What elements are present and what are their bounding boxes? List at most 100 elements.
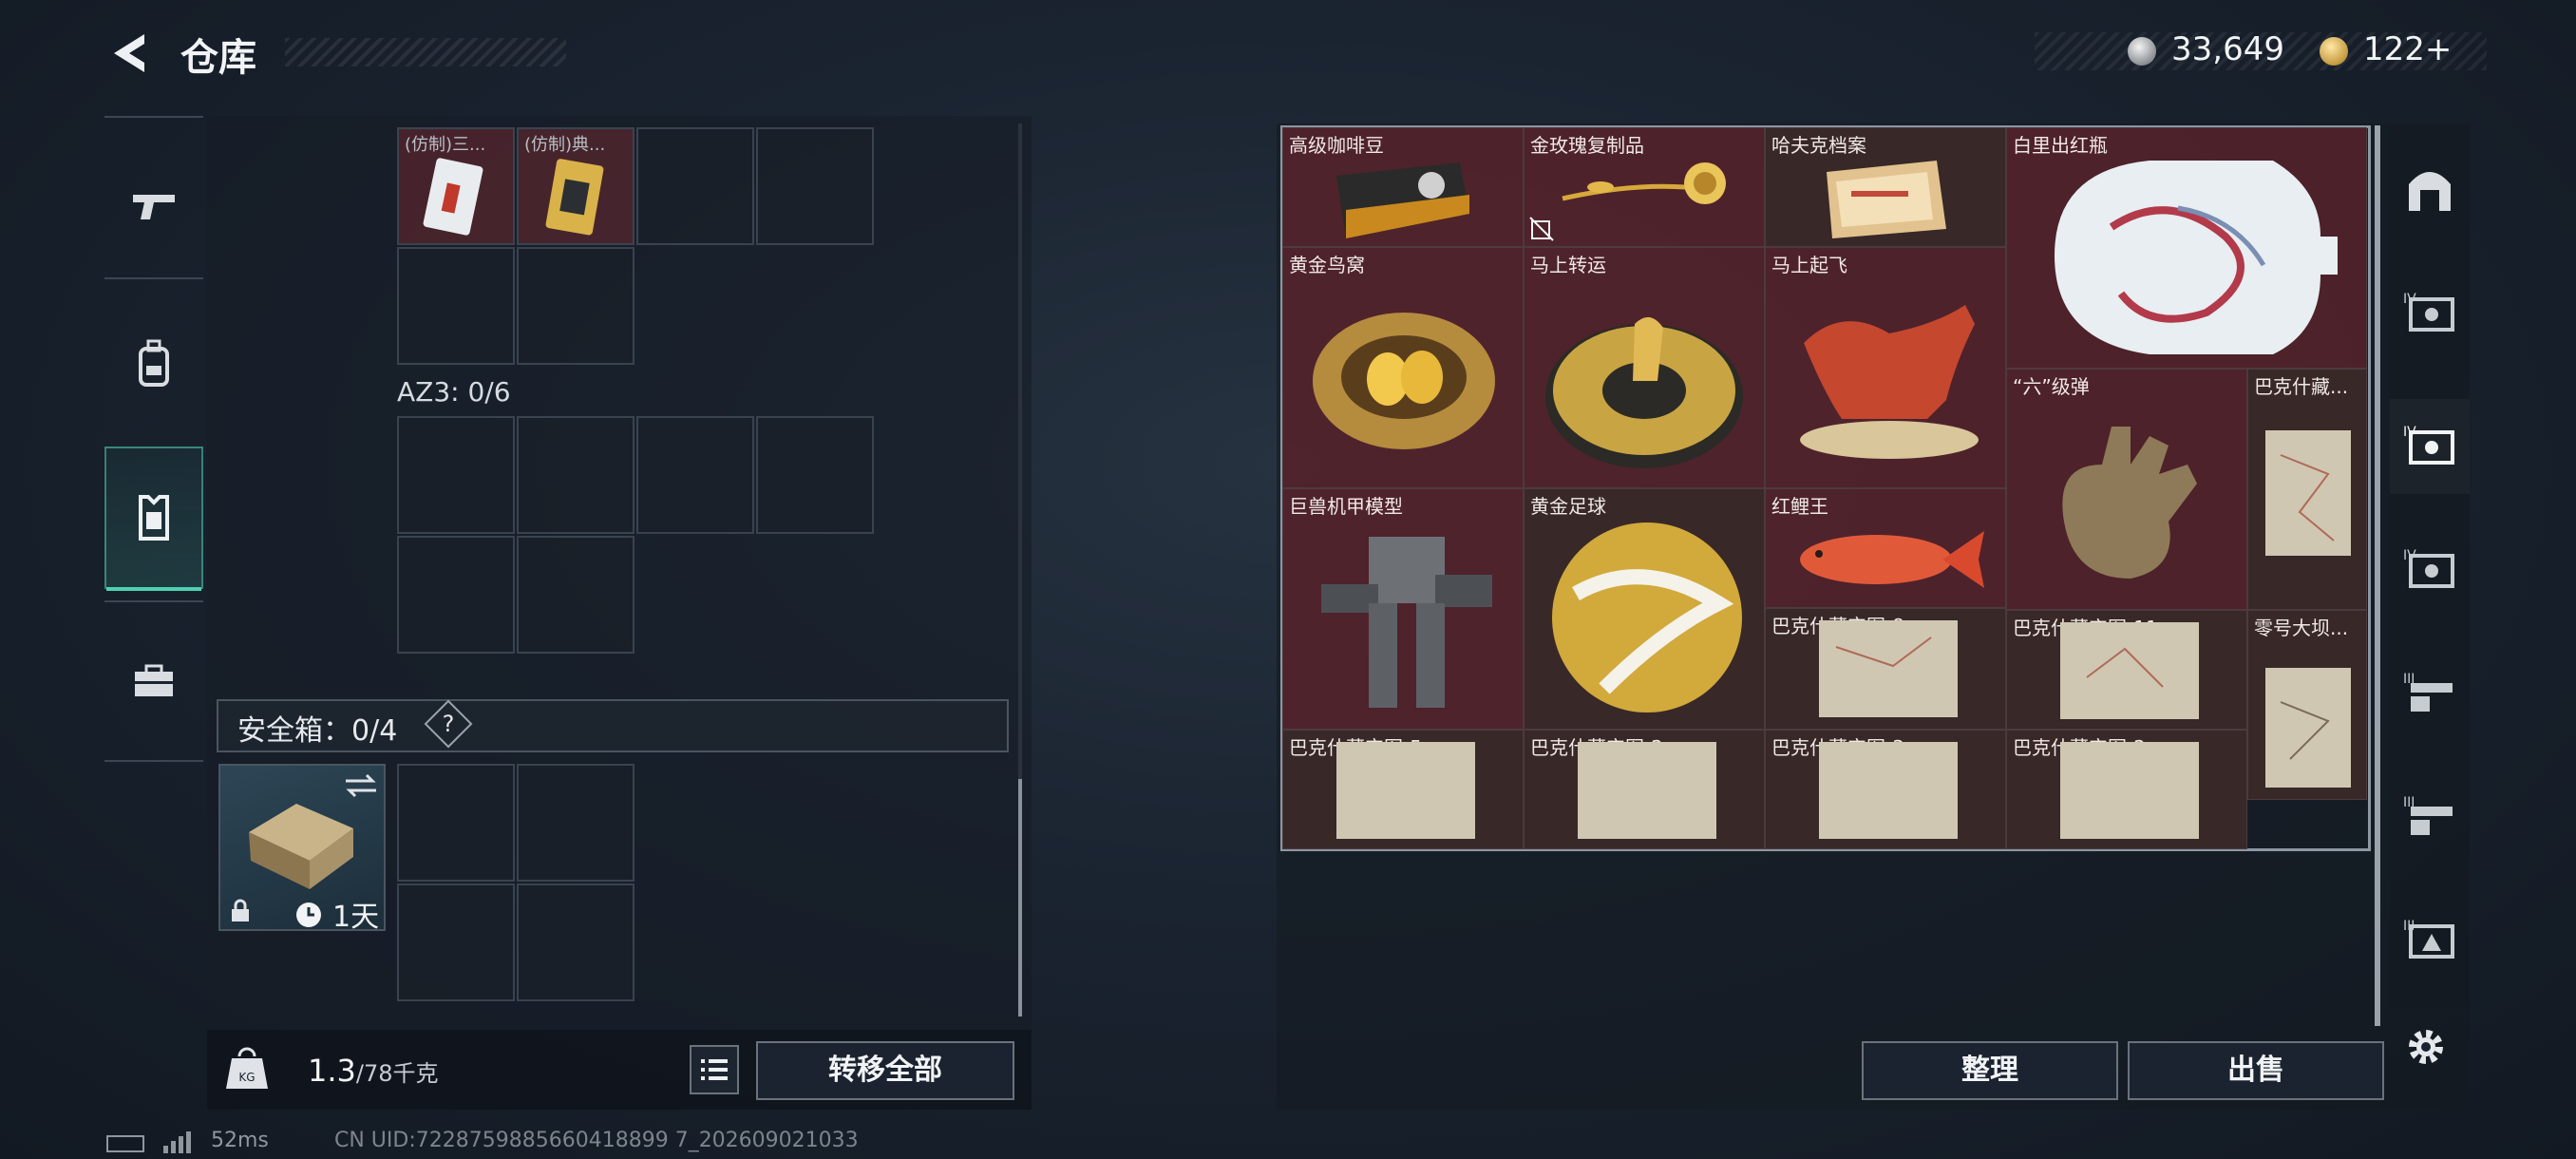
safe-box-slot[interactable] bbox=[517, 884, 635, 1001]
item-map-2b[interactable]: 巴克什藏宝图-2 bbox=[2006, 730, 2247, 849]
container-slot[interactable] bbox=[636, 127, 754, 245]
item-mech-model[interactable]: 巨兽机甲模型 bbox=[1282, 488, 1524, 730]
tab-backpack[interactable] bbox=[104, 293, 203, 435]
item-label: 巴克什藏... bbox=[2254, 375, 2349, 398]
tab-storage-all[interactable] bbox=[2390, 142, 2470, 238]
item-red-carp[interactable]: 红鲤王 bbox=[1765, 488, 2006, 608]
right-scrollbar-thumb[interactable] bbox=[2375, 125, 2380, 1026]
gold-balance[interactable]: 122+ bbox=[2363, 30, 2452, 68]
left-scrollbar-thumb[interactable] bbox=[1018, 779, 1022, 1016]
safe-box-label: 安全箱：0/4 bbox=[237, 714, 398, 748]
container-slot-item[interactable]: (仿制)三... bbox=[397, 127, 515, 245]
tab-storage-4b[interactable]: IV bbox=[2390, 522, 2470, 618]
svg-text:KG: KG bbox=[238, 1071, 255, 1084]
tier3-case-icon: III bbox=[2403, 672, 2453, 712]
item-horse-compass[interactable]: 马上转运 bbox=[1524, 247, 1765, 488]
swap-icon[interactable] bbox=[342, 771, 380, 800]
map-icon bbox=[2060, 622, 2199, 719]
briefcase-icon bbox=[135, 664, 173, 696]
case-timer: 1天 bbox=[332, 901, 380, 934]
item-map-3[interactable]: 巴克什藏宝图-3 bbox=[1765, 730, 2006, 849]
az3-capacity-label: AZ3: 0/6 bbox=[397, 376, 511, 408]
az3-slot[interactable] bbox=[517, 416, 635, 534]
signal-icon bbox=[163, 1131, 191, 1153]
item-map-5[interactable]: 巴克什藏宝图-5 bbox=[1282, 730, 1524, 849]
item-map-dam[interactable]: 零号大坝... bbox=[2247, 610, 2367, 800]
list-view-button[interactable] bbox=[690, 1045, 739, 1094]
tier2-case-icon: III bbox=[2403, 919, 2454, 959]
item-golden-football[interactable]: 黄金足球 bbox=[1524, 488, 1765, 730]
container-slot-item[interactable]: (仿制)典... bbox=[517, 127, 635, 245]
weight-readout: 1.3/78千克 bbox=[308, 1053, 439, 1089]
clock-icon bbox=[296, 902, 321, 927]
safe-box-slot[interactable] bbox=[397, 884, 515, 1001]
map-icon bbox=[1336, 742, 1475, 839]
tab-storage-4[interactable]: IV bbox=[2390, 266, 2470, 361]
map-icon bbox=[1819, 742, 1958, 839]
item-map-8[interactable]: 巴克什藏宝图-8 bbox=[1765, 608, 2006, 730]
az3-slot[interactable] bbox=[636, 416, 754, 534]
item-coffee-beans[interactable]: 高级咖啡豆 bbox=[1282, 127, 1524, 247]
item-card-icon bbox=[423, 158, 483, 236]
safe-box-slot[interactable] bbox=[517, 764, 635, 882]
safe-box-slot[interactable] bbox=[397, 764, 515, 882]
svg-text:III: III bbox=[2403, 919, 2415, 934]
az3-slot[interactable] bbox=[397, 536, 515, 654]
az3-slot[interactable] bbox=[756, 416, 874, 534]
list-icon bbox=[701, 1059, 728, 1080]
gear-icon[interactable] bbox=[2403, 1024, 2449, 1070]
item-red-horse[interactable]: 马上起飞 bbox=[1765, 247, 2006, 488]
tier4-case-icon: IV bbox=[2403, 292, 2454, 332]
item-haavk-archive[interactable]: 哈夫克档案 bbox=[1765, 127, 2006, 247]
tab-case[interactable] bbox=[104, 610, 203, 752]
tab-storage-3b[interactable]: III bbox=[2390, 770, 2470, 864]
documents-icon bbox=[1827, 161, 1946, 238]
vest-icon bbox=[139, 495, 169, 541]
tab-storage-2[interactable]: III bbox=[2390, 893, 2470, 988]
tab-storage-5[interactable]: IV bbox=[2390, 399, 2470, 494]
weight-value: 1.3 bbox=[308, 1053, 356, 1089]
item-map-11[interactable]: 巴克什藏宝图-11 bbox=[2006, 610, 2247, 730]
svg-text:IV: IV bbox=[2403, 548, 2416, 563]
item-six-round[interactable]: “六”级弹 bbox=[2006, 369, 2247, 610]
item-label: 马上起飞 bbox=[1771, 254, 1847, 276]
help-icon[interactable]: ? bbox=[431, 707, 465, 741]
container-slot[interactable] bbox=[517, 247, 635, 365]
weight-capacity: /78千克 bbox=[355, 1060, 439, 1087]
container-slot[interactable] bbox=[756, 127, 874, 245]
item-porcelain-vase[interactable]: 白里出红瓶 bbox=[2006, 127, 2367, 369]
item-golden-nest[interactable]: 黄金鸟窝 bbox=[1282, 247, 1524, 488]
silver-balance[interactable]: 33,649 bbox=[2171, 30, 2284, 68]
sell-button[interactable]: 出售 bbox=[2128, 1041, 2384, 1100]
item-label: 红鲤王 bbox=[1771, 495, 1828, 518]
az3-slot[interactable] bbox=[397, 416, 515, 534]
item-label: 零号大坝... bbox=[2254, 617, 2349, 639]
tab-weapons[interactable] bbox=[104, 135, 203, 277]
case-icon bbox=[249, 804, 353, 889]
item-label: (仿制)三... bbox=[405, 135, 486, 155]
back-icon[interactable] bbox=[106, 32, 152, 74]
hand-sculpture-icon bbox=[2062, 427, 2197, 579]
tab-storage-3[interactable]: III bbox=[2390, 646, 2470, 741]
az3-slot[interactable] bbox=[517, 536, 635, 654]
no-trade-icon bbox=[1529, 217, 1554, 241]
map-icon bbox=[2060, 742, 2199, 839]
lock-icon bbox=[232, 899, 249, 922]
svg-text:III: III bbox=[2403, 672, 2415, 687]
container-slot[interactable] bbox=[397, 247, 515, 365]
silver-coin-icon bbox=[2128, 37, 2156, 66]
gold-coin-icon bbox=[2320, 37, 2348, 66]
page-title: 仓库 bbox=[180, 36, 256, 80]
tier4-case-icon: IV bbox=[2403, 548, 2454, 588]
item-label: (仿制)典... bbox=[524, 135, 606, 155]
sort-button[interactable]: 整理 bbox=[1862, 1041, 2118, 1100]
svg-text:IV: IV bbox=[2403, 292, 2416, 307]
left-category-tabs bbox=[104, 116, 203, 762]
coffee-bag-icon bbox=[1336, 162, 1469, 238]
transfer-all-button[interactable]: 转移全部 bbox=[756, 1041, 1014, 1100]
user-id: CN UID:7228759885660418899 7_20260902103… bbox=[334, 1129, 859, 1152]
item-map-2[interactable]: 巴克什藏宝图-2 bbox=[1524, 730, 1765, 849]
item-golden-rose[interactable]: 金玫瑰复制品 bbox=[1524, 127, 1765, 247]
item-map-bakhsh[interactable]: 巴克什藏... bbox=[2247, 369, 2367, 610]
tab-vest[interactable] bbox=[104, 446, 203, 591]
